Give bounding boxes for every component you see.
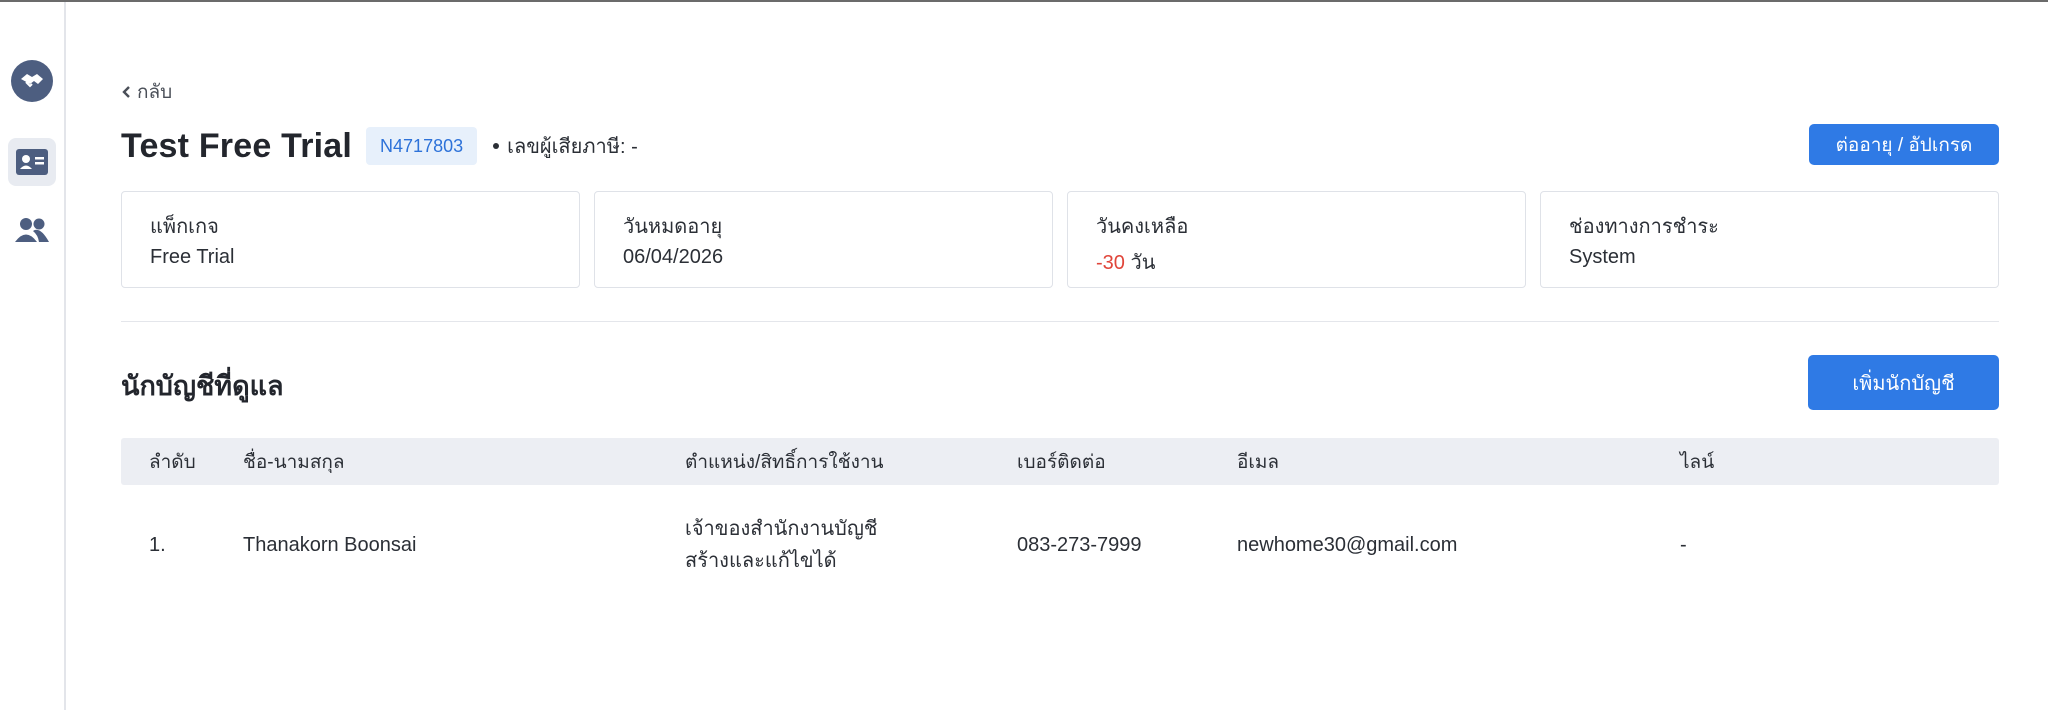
column-header-phone: เบอร์ติดต่อ bbox=[1017, 451, 1106, 473]
add-accountant-button[interactable]: เพิ่มนักบัญชี bbox=[1808, 355, 1999, 410]
days-remaining-number: -30 bbox=[1096, 252, 1125, 274]
chevron-left-icon bbox=[122, 86, 130, 98]
card-package: แพ็กเกจ Free Trial bbox=[121, 191, 580, 288]
card-label: แพ็กเกจ bbox=[150, 216, 219, 238]
sidebar-item-users[interactable] bbox=[8, 206, 56, 254]
page-title: Test Free Trial bbox=[121, 126, 353, 165]
card-expiry-date: วันหมดอายุ 06/04/2026 bbox=[594, 191, 1053, 288]
card-value: -30 วัน bbox=[1096, 246, 1497, 278]
tax-id-info: เลขผู้เสียภาษี: - bbox=[493, 130, 638, 162]
section-title: นักบัญชีที่ดูแล bbox=[121, 371, 284, 401]
row-line: - bbox=[1680, 533, 1687, 556]
tax-id-label: เลขผู้เสียภาษี: - bbox=[507, 136, 638, 158]
role-title: เจ้าของสำนักงานบัญชี bbox=[685, 518, 878, 540]
back-label: กลับ bbox=[137, 82, 173, 103]
row-email: newhome30@gmail.com bbox=[1237, 533, 1458, 556]
accountants-table: ลำดับ ชื่อ-นามสกุล ตำแหน่ง/สิทธิ์การใช้ง… bbox=[121, 438, 1999, 605]
customer-code-badge: N4717803 bbox=[366, 127, 478, 165]
row-index: 1. bbox=[149, 533, 166, 556]
back-link[interactable]: กลับ bbox=[121, 80, 172, 104]
role-permission: สร้างและแก้ไขได้ bbox=[685, 550, 837, 572]
renew-upgrade-button[interactable]: ต่ออายุ / อัปเกรด bbox=[1809, 124, 1999, 165]
row-phone: 083-273-7999 bbox=[1017, 533, 1142, 556]
table-header: ลำดับ ชื่อ-นามสกุล ตำแหน่ง/สิทธิ์การใช้ง… bbox=[121, 438, 1999, 485]
card-value: 06/04/2026 bbox=[623, 246, 724, 268]
days-unit: วัน bbox=[1130, 252, 1156, 274]
card-value: System bbox=[1569, 246, 1636, 268]
card-payment-channel: ช่องทางการชำระ System bbox=[1540, 191, 1999, 288]
contact-card-icon bbox=[16, 149, 48, 175]
table-row[interactable]: 1. Thanakorn Boonsai เจ้าของสำนักงานบัญช… bbox=[121, 485, 1999, 605]
card-label: วันหมดอายุ bbox=[623, 216, 723, 238]
summary-cards: แพ็กเกจ Free Trial วันหมดอายุ 06/04/2026… bbox=[121, 191, 1999, 288]
handshake-logo-icon[interactable] bbox=[11, 60, 53, 102]
sidebar-item-customer-card[interactable] bbox=[8, 138, 56, 186]
row-name: Thanakorn Boonsai bbox=[243, 533, 417, 556]
card-label: ช่องทางการชำระ bbox=[1569, 216, 1719, 238]
section-divider bbox=[121, 321, 1999, 322]
column-header-index: ลำดับ bbox=[149, 451, 196, 473]
users-icon bbox=[15, 218, 49, 242]
card-days-remaining: วันคงเหลือ -30 วัน bbox=[1067, 191, 1526, 288]
sidebar bbox=[0, 2, 66, 710]
card-label: วันคงเหลือ bbox=[1096, 216, 1189, 238]
column-header-role: ตำแหน่ง/สิทธิ์การใช้งาน bbox=[685, 451, 884, 473]
column-header-line: ไลน์ bbox=[1680, 451, 1715, 473]
bullet-dot bbox=[493, 143, 500, 149]
column-header-name: ชื่อ-นามสกุล bbox=[243, 451, 345, 473]
column-header-email: อีเมล bbox=[1237, 451, 1280, 473]
card-value: Free Trial bbox=[150, 246, 235, 268]
header-row: Test Free Trial N4717803 เลขผู้เสียภาษี:… bbox=[121, 124, 1999, 168]
row-role: เจ้าของสำนักงานบัญชี สร้างและแก้ไขได้ bbox=[685, 513, 877, 577]
main-content: กลับ Test Free Trial N4717803 เลขผู้เสีย… bbox=[121, 0, 1999, 710]
